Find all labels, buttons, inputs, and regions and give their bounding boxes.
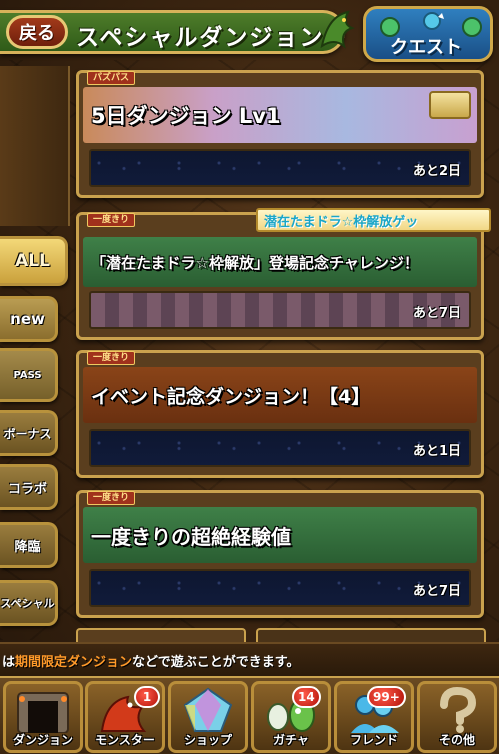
notification-badge: 1 (134, 686, 160, 708)
question-icon (440, 687, 477, 733)
header: 戻る スペシャルダンジョン クエスト (0, 0, 499, 64)
dungeon-banner: 「潜在たまドラ☆枠解放」登場記念チャレンジ！ (83, 237, 477, 287)
nav-other[interactable]: その他 (417, 681, 497, 753)
nav-label: ダンジョン (12, 733, 73, 747)
nav-monster[interactable]: 1 モンスター (85, 681, 165, 753)
dungeon-tag: パズパス (87, 71, 136, 85)
dungeon-preview: あと2日 (89, 149, 471, 187)
tab-bonus[interactable]: ボーナス (0, 410, 58, 456)
nav-dungeon[interactable]: ダンジョン (3, 681, 83, 753)
dungeon-banner: 5日ダンジョン Lv1 (83, 87, 477, 143)
remaining-time: あと7日 (412, 584, 461, 599)
quest-label: クエスト (390, 37, 462, 58)
dungeon-card[interactable]: パズパス 5日ダンジョン Lv1 あと2日 (76, 70, 484, 198)
info-suffix: などで遊ぶことができます。 (132, 654, 300, 670)
remaining-time: あと1日 (412, 444, 461, 459)
dungeon-card[interactable]: 一度きり イベント記念ダンジョン！【4】 あと1日 (76, 350, 484, 478)
notification-badge: 14 (292, 686, 321, 708)
tab-strip-upper (0, 66, 70, 226)
dragon-icon (320, 10, 355, 49)
page-title: スペシャルダンジョン (76, 25, 325, 51)
tab-pass-label: PASS (13, 369, 42, 381)
dungeon-tag: 一度きり (87, 213, 136, 227)
bottom-nav: ダンジョン 1 モンスター ショップ 14 ガチャ 99+ フレンド その他 (0, 676, 499, 754)
info-ticker: は 期間限定ダンジョン などで遊ぶことができます。 (0, 642, 499, 676)
dungeon-title: イベント記念ダンジョン！【4】 (91, 385, 371, 408)
dungeon-card-partial[interactable] (256, 628, 486, 642)
nav-label: ガチャ (273, 733, 309, 747)
dungeon-preview: あと7日 (89, 569, 471, 607)
info-prefix: は (2, 654, 16, 670)
notification-badge: 99+ (367, 686, 406, 708)
tab-new[interactable]: new (0, 296, 58, 342)
dungeon-title: 一度きりの超絶経験値 (91, 524, 291, 549)
tab-pass[interactable]: PASS (0, 348, 58, 402)
dungeon-preview: あと7日 (89, 291, 471, 329)
crystal-icon (183, 687, 233, 732)
tab-special[interactable]: スペシャル (0, 580, 58, 626)
dungeon-gate-icon (17, 692, 69, 733)
tab-all[interactable]: ALL (0, 236, 68, 286)
tab-descent[interactable]: 降臨 (0, 522, 58, 568)
remaining-time: あと7日 (412, 306, 461, 321)
dungeon-tag: 一度きり (87, 351, 136, 365)
dungeon-preview: あと1日 (89, 429, 471, 467)
nav-shop[interactable]: ショップ (168, 681, 248, 753)
dungeon-tag: 一度きり (87, 491, 136, 505)
pass-badge-icon (429, 91, 471, 119)
dungeon-title: 「潜在たまドラ☆枠解放」登場記念チャレンジ！ (91, 253, 419, 272)
tab-collab[interactable]: コラボ (0, 464, 58, 510)
nav-label: ショップ (183, 733, 232, 747)
dungeon-card[interactable]: 一度きり 一度きりの超絶経験値 あと7日 (76, 490, 484, 618)
dungeon-card-partial[interactable] (76, 628, 246, 642)
promo-ribbon: 潜在たまドラ☆枠解放ゲッ (256, 208, 491, 232)
nav-label: モンスター (95, 733, 155, 747)
info-highlight: 期間限定ダンジョン (15, 654, 133, 670)
back-button[interactable]: 戻る (6, 15, 68, 49)
dungeon-banner: イベント記念ダンジョン！【4】 (83, 367, 477, 423)
dungeon-title: 5日ダンジョン Lv1 (91, 104, 281, 128)
nav-label: フレンド (349, 733, 398, 747)
nav-label: その他 (438, 733, 475, 747)
quest-button[interactable]: クエスト (363, 6, 493, 62)
nav-gacha[interactable]: 14 ガチャ (251, 681, 331, 753)
dungeon-banner: 一度きりの超絶経験値 (83, 507, 477, 563)
nav-friend[interactable]: 99+ フレンド (334, 681, 414, 753)
remaining-time: あと2日 (412, 164, 461, 179)
